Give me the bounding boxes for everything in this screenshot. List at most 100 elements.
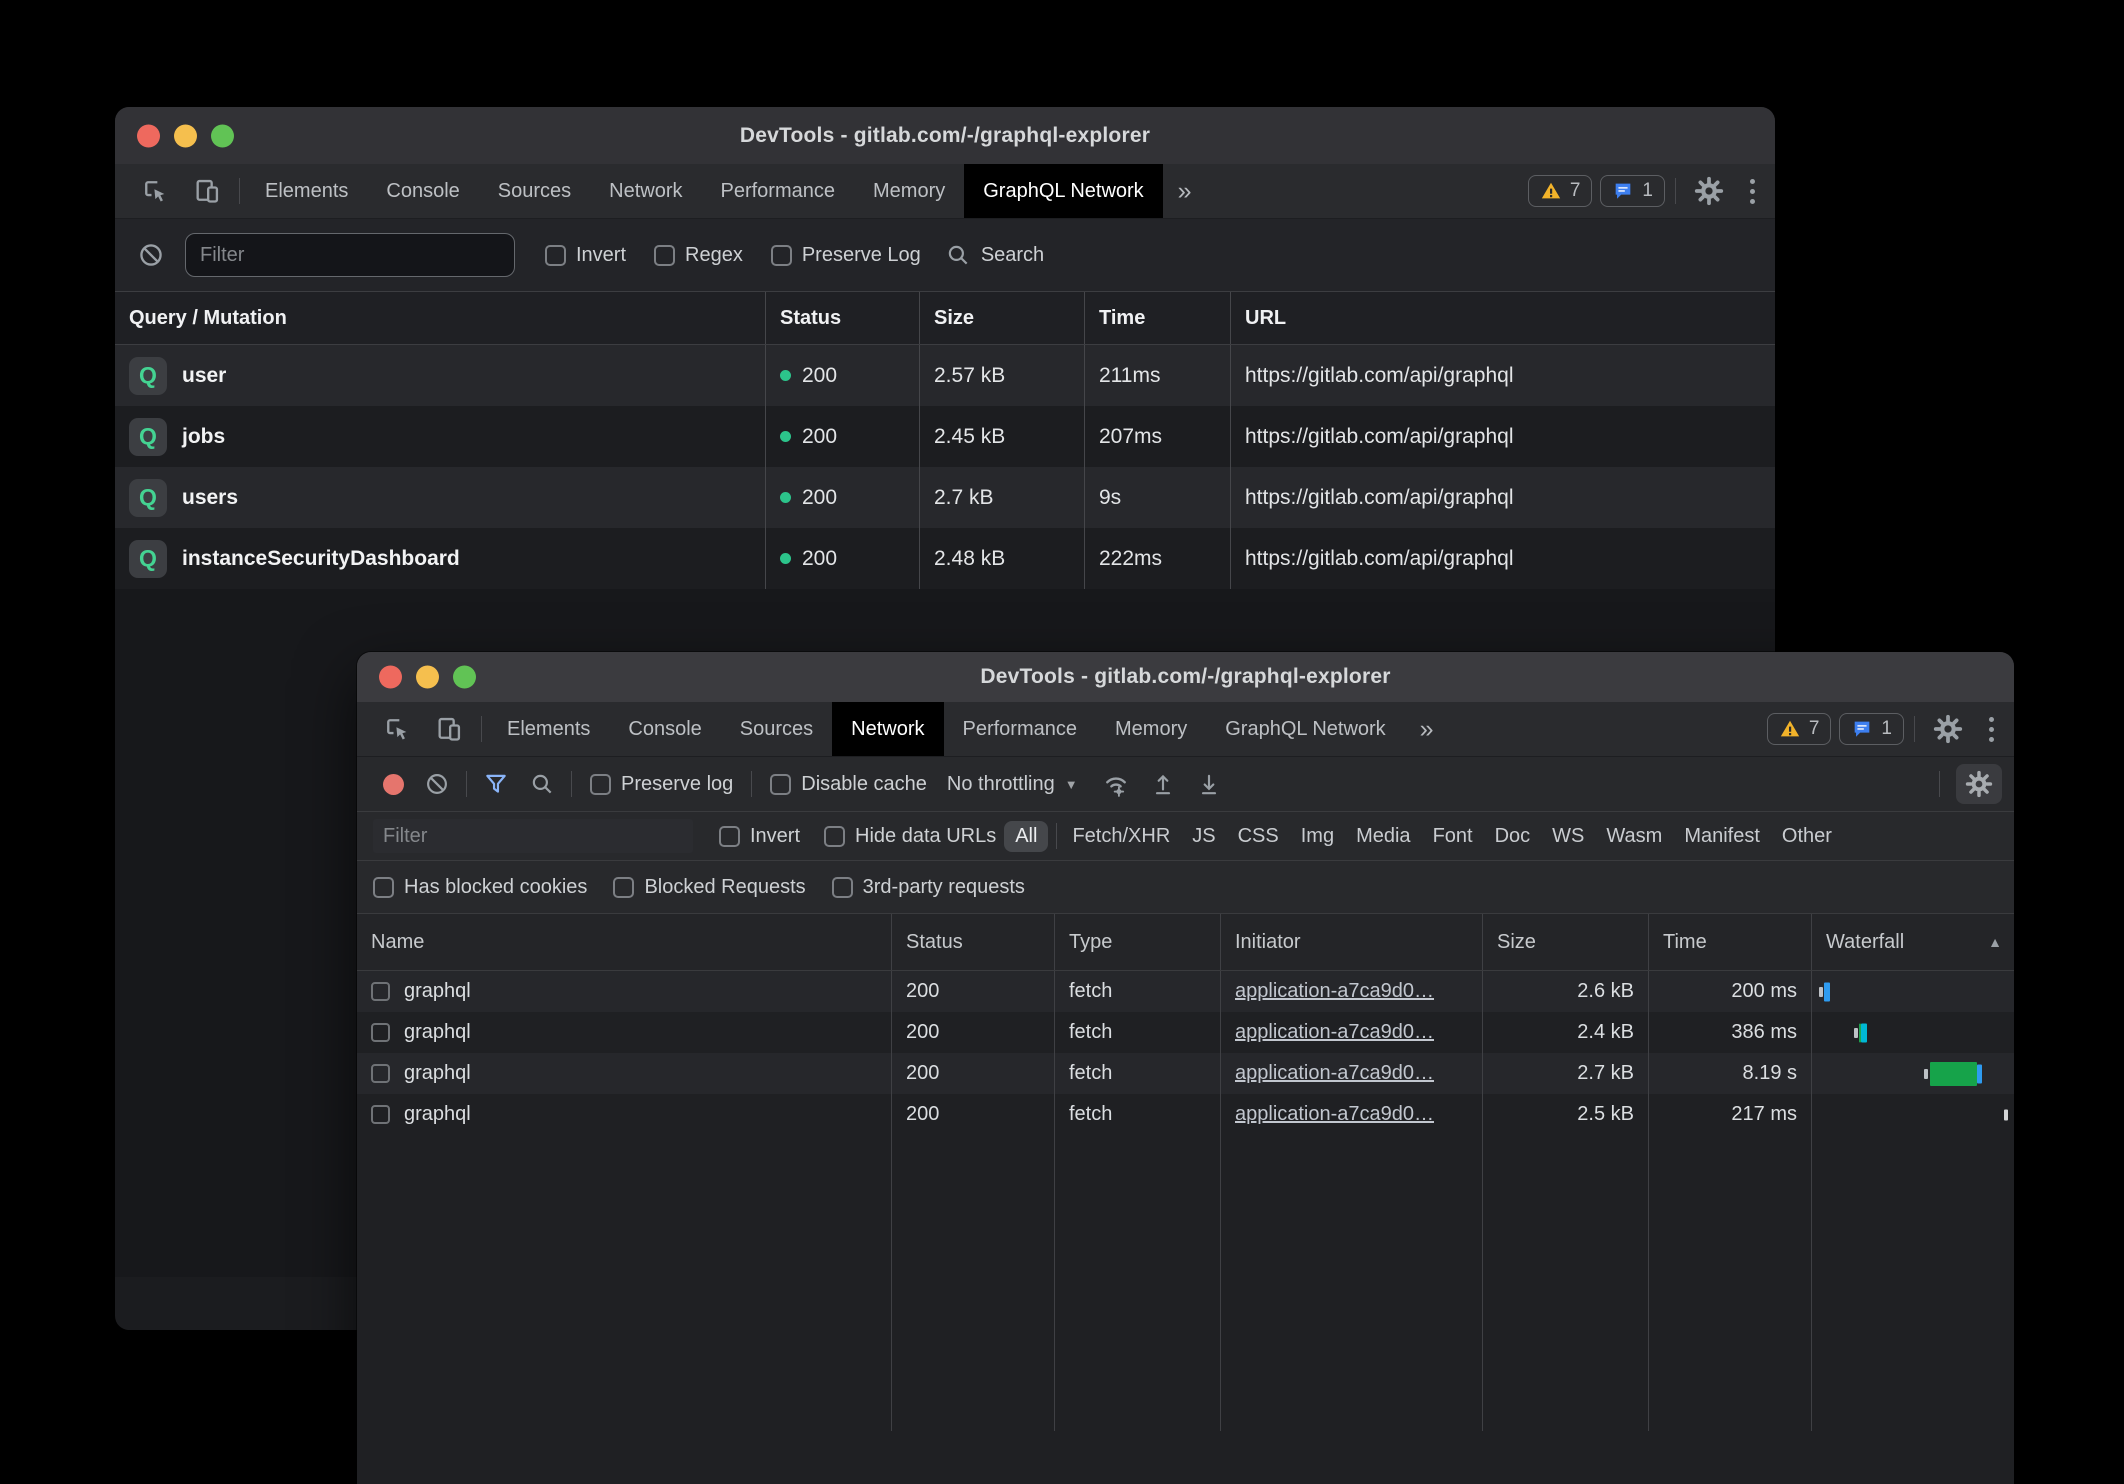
filter-type-doc[interactable]: Doc: [1484, 821, 1542, 852]
device-toolbar-icon[interactable]: [423, 702, 475, 756]
block-icon[interactable]: [131, 241, 171, 269]
hide-data-urls-checkbox-group[interactable]: Hide data URLs: [824, 825, 996, 848]
disable-cache-checkbox-group[interactable]: Disable cache: [770, 773, 927, 796]
titlebar[interactable]: DevTools - gitlab.com/-/graphql-explorer: [357, 652, 2014, 702]
regex-checkbox[interactable]: [654, 245, 675, 266]
table-row[interactable]: Q instanceSecurityDashboard 200 2.48 kB …: [115, 528, 1775, 589]
settings-gear-icon[interactable]: [1682, 164, 1736, 218]
column-header-url[interactable]: URL: [1230, 292, 1775, 344]
table-row[interactable]: Q user 200 2.57 kB 211ms https://gitlab.…: [115, 345, 1775, 406]
initiator-link[interactable]: application-a7ca9d0…: [1235, 980, 1434, 1003]
blocked-requests-checkbox-group[interactable]: Blocked Requests: [613, 876, 805, 899]
import-har-icon[interactable]: [1140, 771, 1186, 797]
inspect-icon[interactable]: [129, 164, 181, 218]
minimize-button[interactable]: [174, 124, 197, 147]
preserve-log-checkbox[interactable]: [590, 774, 611, 795]
tab-sources[interactable]: Sources: [721, 702, 832, 756]
filter-type-img[interactable]: Img: [1290, 821, 1345, 852]
table-row[interactable]: Q jobs 200 2.45 kB 207ms https://gitlab.…: [115, 406, 1775, 467]
preserve-log-checkbox[interactable]: [771, 245, 792, 266]
filter-input[interactable]: [373, 819, 693, 853]
table-row[interactable]: Q users 200 2.7 kB 9s https://gitlab.com…: [115, 467, 1775, 528]
zoom-button[interactable]: [453, 666, 476, 689]
filter-type-css[interactable]: CSS: [1227, 821, 1290, 852]
column-header-time[interactable]: Time: [1084, 292, 1230, 344]
filter-type-media[interactable]: Media: [1345, 821, 1421, 852]
invert-checkbox[interactable]: [545, 245, 566, 266]
tab-performance[interactable]: Performance: [702, 164, 855, 218]
tab-graphql-network[interactable]: GraphQL Network: [964, 164, 1162, 218]
initiator-link[interactable]: application-a7ca9d0…: [1235, 1062, 1434, 1085]
filter-funnel-icon[interactable]: [473, 771, 519, 797]
invert-checkbox-group[interactable]: Invert: [545, 244, 626, 267]
record-button[interactable]: [383, 774, 404, 795]
blocked-requests-checkbox[interactable]: [613, 877, 634, 898]
invert-checkbox[interactable]: [719, 826, 740, 847]
tab-memory[interactable]: Memory: [854, 164, 964, 218]
warnings-badge[interactable]: 7: [1528, 175, 1593, 207]
filter-type-js[interactable]: JS: [1181, 821, 1226, 852]
clear-icon[interactable]: [414, 771, 460, 797]
column-header-waterfall[interactable]: Waterfall ▲: [1811, 914, 2014, 970]
close-button[interactable]: [137, 124, 160, 147]
issues-badge[interactable]: 1: [1839, 713, 1904, 745]
has-blocked-cookies-checkbox-group[interactable]: Has blocked cookies: [373, 876, 587, 899]
table-row[interactable]: graphql 200 fetch application-a7ca9d0… 2…: [357, 1053, 2014, 1094]
filter-type-font[interactable]: Font: [1422, 821, 1484, 852]
hide-data-urls-checkbox[interactable]: [824, 826, 845, 847]
filter-type-fetch-xhr[interactable]: Fetch/XHR: [1061, 821, 1181, 852]
table-row[interactable]: graphql 200 fetch application-a7ca9d0… 2…: [357, 1094, 2014, 1135]
column-header-query-mutation[interactable]: Query / Mutation: [115, 292, 765, 344]
column-header-status[interactable]: Status: [891, 914, 1054, 970]
network-settings-button[interactable]: [1956, 764, 2002, 804]
filter-type-other[interactable]: Other: [1771, 821, 1843, 852]
column-header-status[interactable]: Status: [765, 292, 919, 344]
tab-elements[interactable]: Elements: [246, 164, 367, 218]
settings-gear-icon[interactable]: [1921, 702, 1975, 756]
issues-badge[interactable]: 1: [1600, 175, 1665, 207]
has-blocked-cookies-checkbox[interactable]: [373, 877, 394, 898]
warnings-badge[interactable]: 7: [1767, 713, 1832, 745]
preserve-log-checkbox-group[interactable]: Preserve Log: [771, 244, 921, 267]
zoom-button[interactable]: [211, 124, 234, 147]
tab-elements[interactable]: Elements: [488, 702, 609, 756]
tab-memory[interactable]: Memory: [1096, 702, 1206, 756]
minimize-button[interactable]: [416, 666, 439, 689]
filter-type-wasm[interactable]: Wasm: [1595, 821, 1673, 852]
column-header-size[interactable]: Size: [1482, 914, 1648, 970]
filter-type-all[interactable]: All: [1004, 821, 1048, 852]
column-header-initiator[interactable]: Initiator: [1220, 914, 1482, 970]
row-checkbox[interactable]: [371, 1023, 390, 1042]
row-checkbox[interactable]: [371, 1064, 390, 1083]
third-party-requests-checkbox[interactable]: [832, 877, 853, 898]
regex-checkbox-group[interactable]: Regex: [654, 244, 743, 267]
more-options-icon[interactable]: [1975, 702, 2008, 756]
table-row[interactable]: graphql 200 fetch application-a7ca9d0… 2…: [357, 971, 2014, 1012]
more-tabs-icon[interactable]: »: [1163, 164, 1207, 218]
throttling-dropdown[interactable]: No throttling ▼: [947, 773, 1078, 796]
tab-graphql-network[interactable]: GraphQL Network: [1206, 702, 1404, 756]
search-icon[interactable]: [519, 771, 565, 797]
device-toolbar-icon[interactable]: [181, 164, 233, 218]
filter-type-manifest[interactable]: Manifest: [1673, 821, 1771, 852]
search-button[interactable]: Search: [945, 242, 1044, 268]
tab-sources[interactable]: Sources: [479, 164, 590, 218]
invert-checkbox-group[interactable]: Invert: [719, 825, 800, 848]
column-header-name[interactable]: Name: [357, 914, 891, 970]
tab-network[interactable]: Network: [832, 702, 943, 756]
third-party-requests-checkbox-group[interactable]: 3rd-party requests: [832, 876, 1025, 899]
row-checkbox[interactable]: [371, 982, 390, 1001]
column-header-size[interactable]: Size: [919, 292, 1084, 344]
export-har-icon[interactable]: [1186, 771, 1232, 797]
table-row[interactable]: graphql 200 fetch application-a7ca9d0… 2…: [357, 1012, 2014, 1053]
more-options-icon[interactable]: [1736, 164, 1769, 218]
network-conditions-icon[interactable]: [1092, 770, 1140, 798]
column-header-type[interactable]: Type: [1054, 914, 1220, 970]
tab-console[interactable]: Console: [367, 164, 478, 218]
close-button[interactable]: [379, 666, 402, 689]
tab-network[interactable]: Network: [590, 164, 701, 218]
initiator-link[interactable]: application-a7ca9d0…: [1235, 1103, 1434, 1126]
initiator-link[interactable]: application-a7ca9d0…: [1235, 1021, 1434, 1044]
disable-cache-checkbox[interactable]: [770, 774, 791, 795]
filter-input[interactable]: [185, 233, 515, 277]
